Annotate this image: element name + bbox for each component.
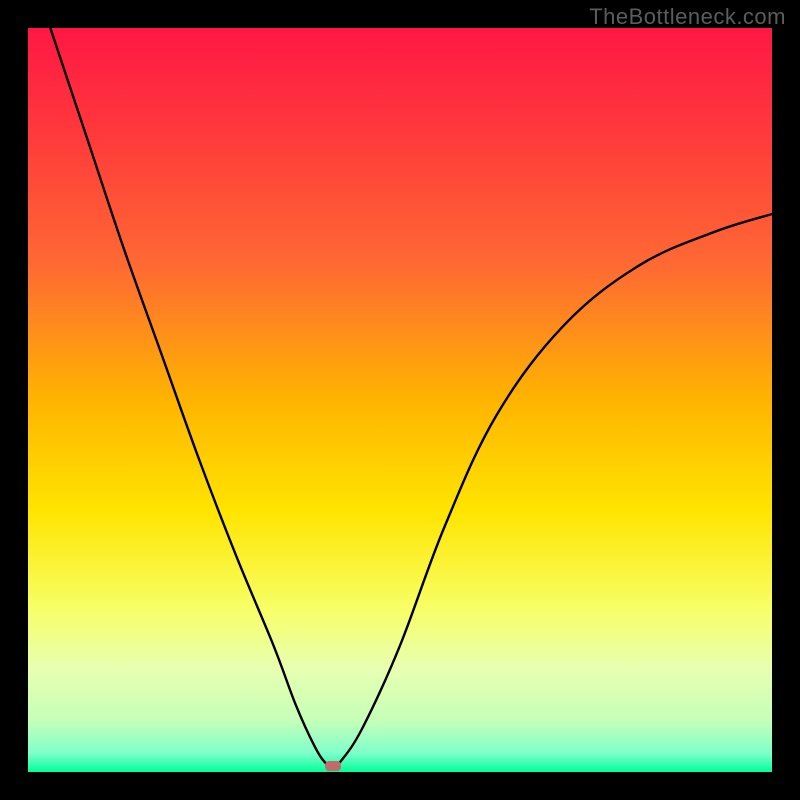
minimum-point-marker bbox=[325, 761, 341, 771]
chart-frame: TheBottleneck.com bbox=[0, 0, 800, 800]
plot-area bbox=[28, 28, 772, 772]
bottleneck-chart bbox=[28, 28, 772, 772]
gradient-background bbox=[28, 28, 772, 772]
watermark-text: TheBottleneck.com bbox=[589, 4, 786, 30]
